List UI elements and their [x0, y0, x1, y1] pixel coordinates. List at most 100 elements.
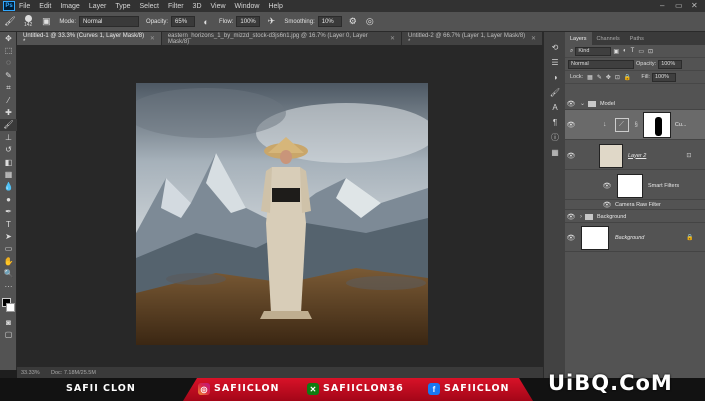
lock-paint-icon[interactable]: ✎ — [597, 74, 602, 81]
healing-tool-icon[interactable]: ✚ — [0, 106, 17, 118]
close-icon[interactable]: ✕ — [150, 35, 155, 42]
blur-tool-icon[interactable]: 💧 — [0, 181, 17, 193]
doc-tab-untitled-2[interactable]: Untitled-2 @ 66.7% (Layer 1, Layer Mask/… — [402, 32, 543, 45]
lock-move-icon[interactable]: ✥ — [606, 74, 611, 81]
paragraph-panel-icon[interactable]: ¶ — [544, 115, 566, 130]
lock-all-icon[interactable]: 🔒 — [624, 74, 631, 81]
menu-file[interactable]: File — [19, 3, 30, 10]
pressure-size-icon[interactable]: ◎ — [364, 16, 376, 28]
chevron-right-icon[interactable]: › — [580, 214, 582, 220]
eye-icon[interactable]: 👁 — [565, 213, 577, 221]
blend-mode-select[interactable]: Normal — [568, 59, 634, 69]
shape-tool-icon[interactable]: ▭ — [0, 243, 17, 255]
history-panel-icon[interactable]: ⟲ — [544, 40, 566, 55]
layer-group-model[interactable]: 👁 ⌄ Model — [565, 98, 705, 110]
layer-background[interactable]: 👁 Background 🔒 — [565, 224, 705, 252]
document-image[interactable] — [136, 83, 428, 345]
layer-thumbnail[interactable] — [599, 143, 623, 168]
menu-layer[interactable]: Layer — [89, 3, 107, 10]
path-select-tool-icon[interactable]: ➤ — [0, 230, 17, 242]
layer-thumbnail[interactable] — [581, 225, 609, 250]
airbrush-icon[interactable]: ✈ — [265, 16, 277, 28]
crop-tool-icon[interactable]: ⌗ — [0, 82, 17, 94]
menu-select[interactable]: Select — [140, 3, 159, 10]
smart-filter-icon[interactable]: ⊡ — [648, 48, 653, 55]
tab-channels[interactable]: Channels — [592, 32, 625, 45]
brush-tool-icon[interactable]: 🖌 — [0, 118, 17, 132]
menu-type[interactable]: Type — [115, 3, 130, 10]
lasso-tool-icon[interactable]: ◌ — [0, 57, 17, 69]
quick-select-tool-icon[interactable]: ✎ — [0, 69, 17, 81]
filter-camera-raw[interactable]: 👁 Camera Raw Filter — [565, 200, 705, 210]
menu-edit[interactable]: Edit — [39, 3, 51, 10]
quick-mask-icon[interactable]: ◙ — [0, 316, 17, 328]
menu-filter[interactable]: Filter — [168, 3, 184, 10]
mode-select[interactable]: Normal — [79, 16, 140, 27]
history-brush-tool-icon[interactable]: ↺ — [0, 144, 17, 156]
layer-mask-thumbnail[interactable] — [642, 111, 671, 138]
menu-window[interactable]: Window — [235, 3, 260, 10]
smoothing-field[interactable]: 10% — [317, 16, 342, 27]
layer-group-background[interactable]: 👁 › Background — [565, 211, 705, 223]
menu-view[interactable]: View — [211, 3, 226, 10]
doc-tab-untitled-1[interactable]: Untitled-1 @ 33.3% (Curves 1, Layer Mask… — [17, 32, 162, 45]
brush-panel-icon[interactable]: ▣ — [40, 16, 52, 28]
close-window-button[interactable]: ✕ — [691, 1, 698, 10]
lock-pixels-icon[interactable]: ▦ — [587, 74, 593, 81]
tab-paths[interactable]: Paths — [625, 32, 649, 45]
eye-icon[interactable]: 👁 — [601, 201, 613, 209]
screen-mode-icon[interactable]: ▢ — [0, 329, 17, 341]
stamp-tool-icon[interactable]: ⊥ — [0, 131, 17, 143]
background-color-swatch[interactable] — [6, 303, 15, 313]
close-icon[interactable]: ✕ — [531, 35, 536, 42]
minimize-button[interactable]: – — [660, 1, 664, 10]
menu-help[interactable]: Help — [268, 3, 282, 10]
adjustment-filter-icon[interactable]: ◐ — [623, 48, 627, 54]
character-panel-icon[interactable]: A — [544, 100, 566, 115]
close-icon[interactable]: ✕ — [390, 35, 395, 42]
eye-icon[interactable]: 👁 — [565, 234, 577, 242]
gradient-tool-icon[interactable]: ▦ — [0, 168, 17, 180]
kind-filter-select[interactable]: Kind — [575, 46, 612, 56]
zoom-tool-icon[interactable]: 🔍 — [0, 267, 17, 279]
eye-icon[interactable]: 👁 — [565, 100, 577, 108]
more-tools-icon[interactable]: ··· — [0, 280, 17, 292]
zoom-level[interactable]: 33.33% — [21, 370, 51, 376]
shape-filter-icon[interactable]: ▭ — [638, 48, 644, 55]
chevron-down-icon[interactable]: ⌄ — [580, 100, 585, 107]
doc-tab-eastern-horizons[interactable]: eastern_horizons_1_by_mizzd_stock-d3js6n… — [161, 32, 403, 45]
move-tool-icon[interactable]: ✥ — [0, 32, 17, 44]
layer-opacity-field[interactable]: 100% — [658, 59, 683, 69]
pen-tool-icon[interactable]: ✒ — [0, 205, 17, 217]
swatches-panel-icon[interactable]: ▦ — [544, 145, 566, 160]
opacity-field[interactable]: 65% — [171, 16, 196, 27]
flow-field[interactable]: 100% — [236, 16, 261, 27]
eye-icon[interactable]: 👁 — [565, 152, 577, 160]
type-tool-icon[interactable]: T — [0, 218, 17, 230]
eraser-tool-icon[interactable]: ◧ — [0, 156, 17, 168]
lock-artboard-icon[interactable]: ⊡ — [615, 74, 620, 81]
dodge-tool-icon[interactable]: ● — [0, 193, 17, 205]
menu-3d[interactable]: 3D — [193, 3, 202, 10]
type-filter-icon[interactable]: T — [631, 48, 635, 54]
menu-image[interactable]: Image — [60, 3, 79, 10]
properties-panel-icon[interactable]: ☰ — [544, 55, 566, 70]
maximize-button[interactable]: ▭ — [675, 1, 683, 10]
pixel-filter-icon[interactable]: ▣ — [613, 48, 619, 55]
gear-icon[interactable]: ⚙ — [347, 16, 359, 28]
brush-tool-icon[interactable]: 🖌 — [4, 16, 16, 28]
adjustments-panel-icon[interactable]: ◑ — [544, 70, 566, 85]
eyedropper-tool-icon[interactable]: ⁄ — [0, 94, 17, 106]
layer-smart-filters[interactable]: 👁 Smart Filters — [565, 172, 705, 200]
layer-layer-2[interactable]: 👁 Layer 2 ⊡ — [565, 142, 705, 170]
brush-preset-picker[interactable]: 142 — [24, 15, 32, 28]
pressure-opacity-icon[interactable]: ◐ — [200, 16, 212, 28]
tab-layers[interactable]: Layers — [565, 32, 592, 45]
layer-curves[interactable]: 👁 ↓ ⟋ § Cu... — [565, 110, 705, 140]
smart-filter-mask-thumbnail[interactable] — [617, 173, 643, 198]
brush-settings-icon[interactable]: 🖌 — [544, 85, 566, 100]
canvas-area[interactable] — [17, 45, 543, 367]
hand-tool-icon[interactable]: ✋ — [0, 255, 17, 267]
chain-link-icon[interactable]: § — [635, 122, 638, 128]
marquee-tool-icon[interactable]: ⬚ — [0, 44, 17, 56]
